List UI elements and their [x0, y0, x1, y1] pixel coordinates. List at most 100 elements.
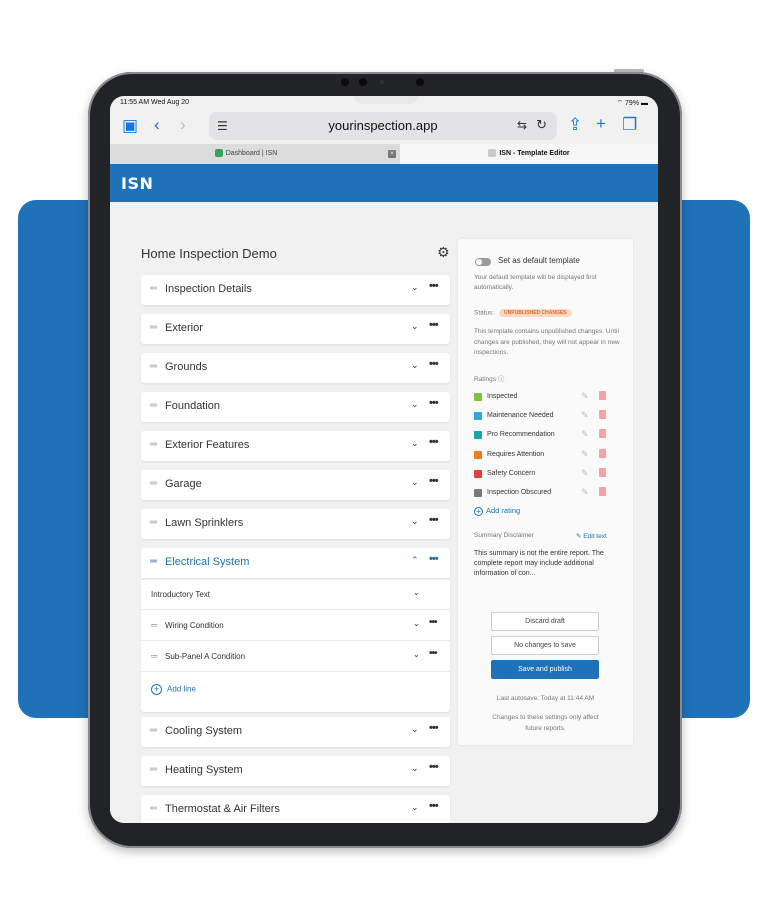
trash-icon[interactable]	[599, 487, 606, 496]
discard-draft-button[interactable]: Discard draft	[491, 612, 599, 631]
introductory-text-row[interactable]: Introductory Text ⌄	[141, 580, 450, 610]
template-editor: Home Inspection Demo ⚙ ═ Inspection Deta…	[110, 202, 658, 823]
add-line-button[interactable]: + Add line	[151, 684, 196, 695]
more-icon[interactable]: •••	[429, 358, 439, 370]
section-cooling-system[interactable]: ═ Cooling System ⌄ •••	[141, 717, 450, 747]
chevron-down-icon[interactable]: ⌄	[411, 399, 419, 410]
save-and-publish-button[interactable]: Save and publish	[491, 660, 599, 679]
back-icon[interactable]: ‹	[154, 116, 160, 134]
more-icon[interactable]: •••	[429, 319, 439, 331]
autosave-text: Last autosave: Today at 11:44 AM	[496, 695, 595, 702]
section-grounds[interactable]: ═ Grounds ⌄ •••	[141, 353, 450, 383]
more-icon[interactable]: •••	[429, 617, 437, 628]
chevron-down-icon[interactable]: ⌄	[411, 360, 419, 371]
more-icon[interactable]: •••	[429, 397, 439, 409]
more-icon[interactable]: •••	[429, 722, 439, 734]
more-icon[interactable]: •••	[429, 553, 439, 565]
section-thermostat-air-filters[interactable]: ═ Thermostat & Air Filters ⌄ •••	[141, 795, 450, 823]
line-item-row[interactable]: ═ Sub-Panel A Condition ⌄ •••	[141, 642, 450, 672]
drag-handle-icon[interactable]: ═	[151, 620, 157, 630]
rating-color-swatch	[474, 431, 482, 439]
section-label: Garage	[165, 478, 202, 490]
tab-template-editor[interactable]: ISN - Template Editor	[400, 144, 658, 164]
more-icon[interactable]: •••	[429, 648, 437, 659]
more-icon[interactable]: •••	[429, 475, 439, 487]
drag-handle-icon[interactable]: ═	[150, 283, 157, 294]
section-heating-system[interactable]: ═ Heating System ⌄ •••	[141, 756, 450, 786]
drag-handle-icon[interactable]: ═	[150, 517, 157, 528]
address-bar[interactable]: ☰ yourinspection.app ⇆ ↻	[209, 112, 557, 140]
drag-handle-icon[interactable]: ═	[150, 478, 157, 489]
isn-logo[interactable]: ISN	[121, 174, 153, 193]
trash-icon[interactable]	[599, 449, 606, 458]
chevron-up-icon[interactable]: ⌃	[411, 555, 419, 566]
pencil-icon[interactable]: ✎	[581, 391, 589, 402]
translate-icon[interactable]: ⇆	[517, 118, 527, 132]
more-icon[interactable]: •••	[429, 761, 439, 773]
more-icon[interactable]: •••	[429, 436, 439, 448]
tab-dashboard[interactable]: Dashboard | ISN	[110, 144, 382, 164]
trash-icon[interactable]	[599, 468, 606, 477]
pencil-icon[interactable]: ✎	[581, 449, 589, 460]
info-icon[interactable]: ⓘ	[498, 376, 505, 383]
rating-label: Maintenance Needed	[487, 412, 554, 419]
chevron-down-icon[interactable]: ⌄	[411, 802, 419, 813]
section-exterior-features[interactable]: ═ Exterior Features ⌄ •••	[141, 431, 450, 461]
rating-color-swatch	[474, 451, 482, 459]
no-changes-button[interactable]: No changes to save	[491, 636, 599, 655]
chevron-down-icon[interactable]: ⌄	[411, 763, 419, 774]
gear-icon[interactable]: ⚙	[437, 244, 450, 261]
chevron-down-icon[interactable]: ⌄	[411, 282, 419, 293]
trash-icon[interactable]	[599, 410, 606, 419]
status-badge: UNPUBLISHED CHANGES	[499, 309, 572, 317]
chevron-down-icon[interactable]: ⌄	[411, 516, 419, 527]
drag-handle-icon[interactable]: ═	[150, 439, 157, 450]
section-inspection-details[interactable]: ═ Inspection Details ⌄ •••	[141, 275, 450, 305]
more-icon[interactable]: •••	[429, 514, 439, 526]
edit-text-link[interactable]: ✎ Edit text	[576, 532, 607, 540]
rating-label: Inspection Obscured	[487, 489, 552, 496]
pencil-icon: ✎	[576, 533, 582, 540]
chevron-down-icon[interactable]: ⌄	[413, 588, 420, 597]
rating-row: Pro Recommendation ✎	[474, 429, 624, 441]
chevron-down-icon[interactable]: ⌄	[411, 477, 419, 488]
section-lawn-sprinklers[interactable]: ═ Lawn Sprinklers ⌄ •••	[141, 509, 450, 539]
chevron-down-icon[interactable]: ⌄	[411, 724, 419, 735]
drag-handle-icon[interactable]: ═	[150, 556, 157, 567]
drag-handle-icon[interactable]: ═	[150, 400, 157, 411]
reload-icon[interactable]: ↻	[536, 117, 547, 133]
pencil-icon[interactable]: ✎	[581, 487, 589, 498]
share-icon[interactable]: ⇪	[568, 116, 582, 134]
drag-handle-icon[interactable]: ═	[150, 803, 157, 814]
tab-template-editor-label: ISN - Template Editor	[499, 150, 570, 157]
pencil-icon[interactable]: ✎	[581, 410, 589, 421]
drag-handle-icon[interactable]: ═	[150, 361, 157, 372]
drag-handle-icon[interactable]: ═	[150, 725, 157, 736]
drag-handle-icon[interactable]: ═	[150, 322, 157, 333]
drag-handle-icon[interactable]: ═	[150, 764, 157, 775]
pencil-icon[interactable]: ✎	[581, 468, 589, 479]
add-rating-button[interactable]: + Add rating	[474, 506, 520, 516]
line-item-row[interactable]: ═ Wiring Condition ⌄ •••	[141, 611, 450, 641]
chevron-down-icon[interactable]: ⌄	[413, 650, 420, 659]
section-label: Grounds	[165, 361, 208, 373]
pencil-icon[interactable]: ✎	[581, 429, 589, 440]
close-tab-icon[interactable]: ×	[388, 150, 396, 158]
chevron-down-icon[interactable]: ⌄	[411, 321, 419, 332]
default-template-toggle[interactable]	[475, 258, 491, 266]
section-exterior[interactable]: ═ Exterior ⌄ •••	[141, 314, 450, 344]
sidebar-icon[interactable]: ▣	[122, 117, 138, 135]
section-garage[interactable]: ═ Garage ⌄ •••	[141, 470, 450, 500]
new-tab-icon[interactable]: +	[596, 115, 606, 133]
drag-handle-icon[interactable]: ═	[151, 651, 157, 661]
trash-icon[interactable]	[599, 391, 606, 400]
section-foundation[interactable]: ═ Foundation ⌄ •••	[141, 392, 450, 422]
section-electrical-system[interactable]: ═ Electrical System ⌃ •••	[141, 548, 450, 578]
more-icon[interactable]: •••	[429, 800, 439, 812]
chevron-down-icon[interactable]: ⌄	[411, 438, 419, 449]
trash-icon[interactable]	[599, 429, 606, 438]
more-icon[interactable]: •••	[429, 280, 439, 292]
forward-icon[interactable]: ›	[180, 116, 186, 134]
tabs-overview-icon[interactable]: ❐	[622, 116, 637, 134]
chevron-down-icon[interactable]: ⌄	[413, 619, 420, 628]
